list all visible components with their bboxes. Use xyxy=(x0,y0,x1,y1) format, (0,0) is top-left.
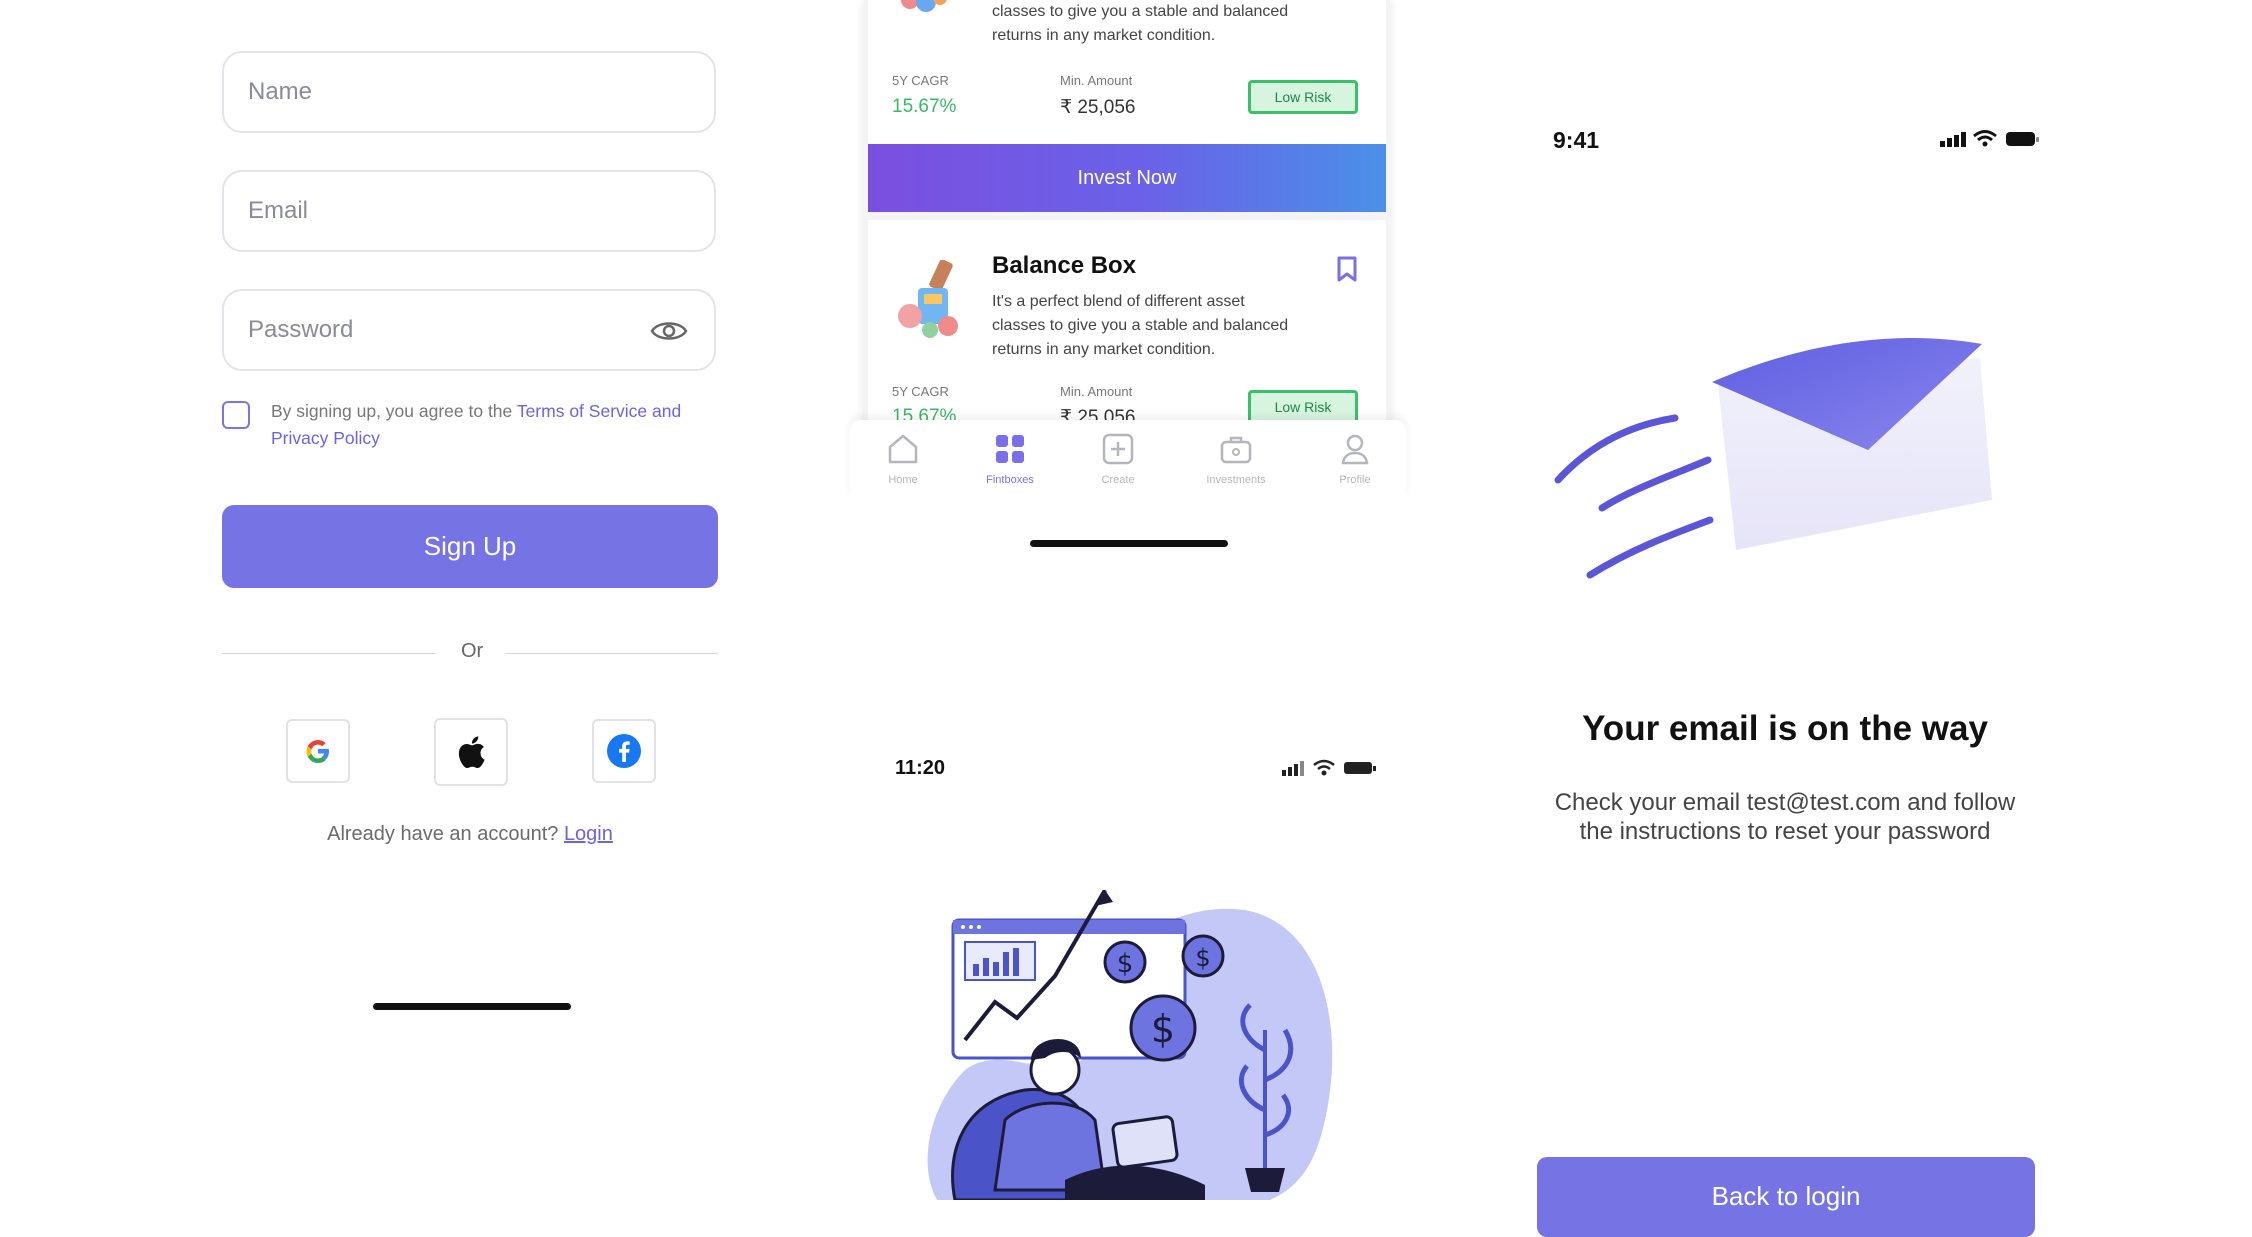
svg-text:$: $ xyxy=(1151,1007,1175,1051)
wifi-icon xyxy=(1313,759,1335,776)
card-description-1: It's a perfect blend of different asset xyxy=(992,293,1245,310)
tab-investments[interactable]: Investments xyxy=(1191,432,1281,486)
bookmark-icon[interactable] xyxy=(1336,256,1358,282)
google-icon xyxy=(306,740,329,763)
google-button[interactable] xyxy=(286,719,350,783)
svg-text:$: $ xyxy=(1117,949,1134,979)
tab-label: Home xyxy=(888,474,918,486)
status-icons xyxy=(1940,130,2039,147)
name-placeholder: Name xyxy=(248,78,313,105)
card-description-2: returns in any market condition. xyxy=(992,27,1216,44)
divider-right xyxy=(505,653,718,654)
or-label: Or xyxy=(461,640,484,662)
password-field[interactable]: Password xyxy=(222,289,716,371)
home-indicator xyxy=(373,1003,571,1010)
login-link[interactable]: Login xyxy=(564,823,613,845)
login-prompt: Already have an account? Login xyxy=(222,823,718,846)
tab-label: Profile xyxy=(1339,474,1371,486)
back-to-login-button[interactable]: Back to login xyxy=(1537,1157,2035,1237)
login-prompt-text: Already have an account? xyxy=(327,823,564,845)
invest-now-button[interactable]: Invest Now xyxy=(868,144,1386,212)
battery-icon xyxy=(2006,132,2039,146)
cagr-label: 5Y CAGR xyxy=(892,73,949,88)
product-card[interactable]: Balance Box It's a perfect blend of diff… xyxy=(868,220,1386,424)
wifi-icon xyxy=(1973,130,1997,147)
name-field[interactable]: Name xyxy=(222,51,716,133)
eye-icon[interactable] xyxy=(650,317,688,345)
min-amount-label: Min. Amount xyxy=(1060,384,1133,399)
password-placeholder: Password xyxy=(248,316,354,343)
tab-fintboxes[interactable]: Fintboxes xyxy=(965,432,1055,486)
grid-icon xyxy=(996,435,1024,463)
email-subtext: Check your email test@test.com and follo… xyxy=(1535,788,2035,846)
home-indicator xyxy=(1030,540,1228,547)
card-description-1: classes to give you a stable and balance… xyxy=(992,3,1289,20)
privacy-policy-link[interactable]: Privacy Policy xyxy=(271,428,380,448)
email-sent-illustration xyxy=(1554,338,1992,579)
briefcase-icon xyxy=(1220,436,1252,464)
status-time: 11:20 xyxy=(895,757,946,779)
status-icons xyxy=(1282,759,1376,776)
terms-of-service-link[interactable]: Terms of Service and xyxy=(517,401,681,421)
divider-left xyxy=(222,653,436,654)
signal-icon xyxy=(1940,132,1966,147)
signal-icon xyxy=(1282,761,1304,776)
status-time: 9:41 xyxy=(1553,127,1600,153)
home-icon xyxy=(888,434,918,464)
tab-create[interactable]: Create xyxy=(1073,432,1163,486)
email-headline: Your email is on the way xyxy=(1582,709,1988,748)
terms-checkbox[interactable] xyxy=(222,401,250,429)
card-description-2: classes to give you a stable and balance… xyxy=(992,317,1289,334)
asset-illustration-icon xyxy=(901,0,947,12)
cagr-label: 5Y CAGR xyxy=(892,384,949,399)
risk-badge: Low Risk xyxy=(1248,80,1358,114)
facebook-button[interactable] xyxy=(592,719,656,783)
tab-label: Create xyxy=(1101,474,1135,486)
card-title: Balance Box xyxy=(992,252,1137,279)
email-subtext-line-1: Check your email test@test.com and follo… xyxy=(1554,789,2016,816)
email-placeholder: Email xyxy=(248,197,309,224)
apple-button[interactable] xyxy=(434,718,508,786)
product-card[interactable]: classes to give you a stable and balance… xyxy=(868,0,1386,144)
plus-square-icon xyxy=(1102,433,1134,465)
battery-icon xyxy=(1344,762,1376,774)
risk-badge: Low Risk xyxy=(1248,390,1358,424)
investor-illustration: $ $ $ xyxy=(927,890,1333,1200)
email-subtext-line-2: the instructions to reset your password xyxy=(1579,818,1991,845)
terms-prefix: By signing up, you agree to the xyxy=(271,401,517,421)
asset-illustration-icon xyxy=(898,260,958,338)
card-description-3: returns in any market condition. xyxy=(992,341,1216,358)
profile-icon xyxy=(1341,434,1369,465)
min-amount-label: Min. Amount xyxy=(1060,73,1133,88)
svg-text:$: $ xyxy=(1195,944,1210,972)
cagr-value: 15.67% xyxy=(892,96,957,117)
tab-label: Investments xyxy=(1206,474,1266,486)
tab-home[interactable]: Home xyxy=(858,432,948,486)
tab-profile[interactable]: Profile xyxy=(1310,432,1400,486)
signup-button[interactable]: Sign Up xyxy=(222,505,718,588)
min-amount-value: ₹ 25,056 xyxy=(1060,97,1136,118)
apple-icon xyxy=(458,736,485,768)
facebook-icon xyxy=(607,734,641,768)
email-field[interactable]: Email xyxy=(222,170,716,252)
tab-label: Fintboxes xyxy=(986,474,1034,486)
terms-text: By signing up, you agree to the Terms of… xyxy=(271,398,721,452)
